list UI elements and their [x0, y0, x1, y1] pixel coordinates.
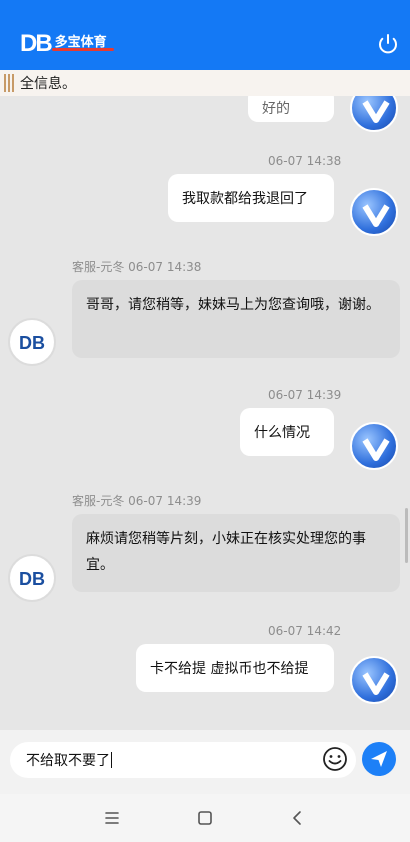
notice-indicator [4, 74, 16, 92]
notice-bar: 全信息。 [0, 70, 410, 96]
send-button[interactable] [362, 742, 396, 776]
agent-message-bubble: 哥哥，请您稍等，妹妹马上为您查询哦，谢谢。 [72, 280, 400, 358]
user-message-bubble: 什么情况 [240, 408, 334, 456]
message-input-value: 不给取不要了 [26, 753, 110, 769]
message-text: 卡不给提 虚拟币也不给提 [150, 661, 309, 677]
system-navbar [0, 794, 410, 842]
logo-underline [52, 48, 114, 51]
message-text: 好的 [262, 101, 290, 117]
message-text: 我取款都给我退回了 [182, 191, 308, 207]
message-text: 什么情况 [254, 425, 310, 441]
logo-mark: DB [20, 30, 53, 57]
message-time: 06-07 14:38 [268, 154, 342, 168]
menu-icon[interactable] [102, 808, 122, 828]
text-caret [111, 752, 112, 768]
agent-meta: 客服-元冬 06-07 14:38 [72, 260, 202, 274]
user-avatar [350, 656, 398, 704]
svg-text:DB: DB [19, 569, 45, 589]
agent-meta: 客服-元冬 06-07 14:39 [72, 494, 202, 508]
message-text: 麻烦请您稍等片刻，小妹正在核实处理您的事宜。 [86, 531, 366, 573]
home-square-icon[interactable] [195, 808, 215, 828]
app-header: DB 多宝体育 [0, 0, 410, 70]
user-avatar [350, 422, 398, 470]
emoji-icon[interactable] [322, 746, 348, 772]
message-time: 06-07 14:39 [268, 388, 342, 402]
user-avatar [350, 188, 398, 236]
message-time: 06-07 14:42 [268, 624, 342, 638]
power-icon[interactable] [376, 32, 400, 56]
user-message-bubble: 我取款都给我退回了 [168, 174, 334, 222]
message-composer: 不给取不要了 [0, 730, 410, 794]
notice-text: 全信息。 [20, 76, 76, 92]
agent-message-bubble: 麻烦请您稍等片刻，小妹正在核实处理您的事宜。 [72, 514, 400, 592]
send-icon [371, 751, 387, 767]
user-message-bubble: 好的 [248, 96, 334, 122]
message-text: 哥哥，请您稍等，妹妹马上为您查询哦，谢谢。 [86, 297, 380, 313]
agent-avatar: DB [8, 554, 56, 602]
brand-logo: DB 多宝体育 [20, 30, 107, 57]
back-icon[interactable] [288, 808, 308, 828]
chat-area[interactable]: 好的 06-07 14:38 我取款都给我退回了 客服-元冬 06-07 14:… [0, 96, 410, 730]
chat-scrollbar[interactable] [405, 508, 408, 563]
message-input[interactable]: 不给取不要了 [10, 742, 356, 778]
logo-text: 多宝体育 [54, 34, 107, 50]
agent-avatar: DB [8, 318, 56, 366]
user-avatar [350, 96, 398, 132]
user-message-bubble: 卡不给提 虚拟币也不给提 [136, 644, 334, 692]
svg-text:DB: DB [19, 333, 45, 353]
